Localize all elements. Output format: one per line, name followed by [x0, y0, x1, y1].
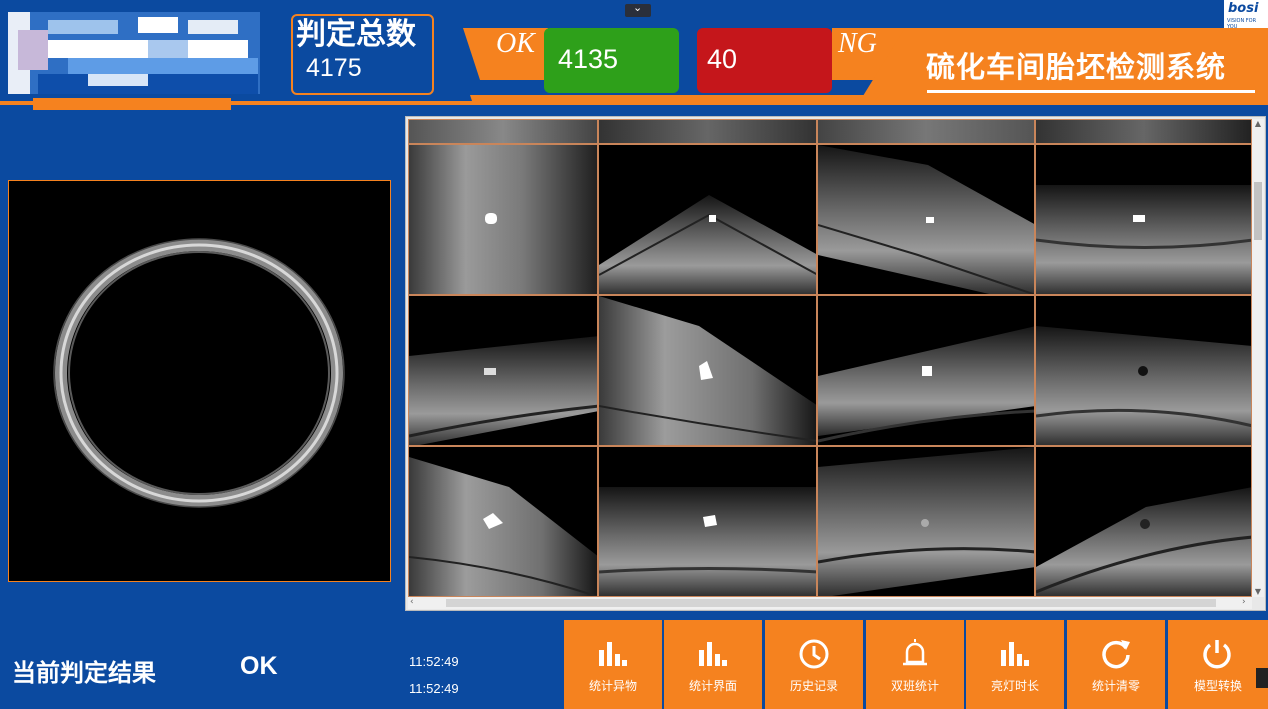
- tire-preview-image: [8, 180, 391, 582]
- current-result-label: 当前判定结果: [12, 659, 156, 687]
- defect-thumbnail[interactable]: [1035, 295, 1252, 446]
- scroll-down-icon[interactable]: ▼: [1252, 587, 1264, 596]
- shift-stat-button[interactable]: 双班统计: [866, 620, 964, 709]
- clock-icon: [799, 639, 829, 669]
- button-label: 双班统计: [890, 679, 939, 693]
- defect-thumbnail[interactable]: [1035, 446, 1252, 597]
- button-label: 模型转换: [1193, 679, 1242, 693]
- ng-count-value: 40: [707, 44, 738, 74]
- defect-thumbnail[interactable]: [408, 295, 598, 446]
- tire-ring-image: [53, 238, 345, 508]
- timestamp: 11:52:49: [409, 654, 459, 669]
- defect-thumbnail[interactable]: [1035, 119, 1252, 144]
- button-label: 历史记录: [789, 679, 838, 693]
- defect-thumbnail[interactable]: [408, 446, 598, 597]
- bar-chart-icon: [699, 642, 727, 666]
- ok-label: OK: [496, 28, 535, 59]
- defect-thumbnail[interactable]: [817, 446, 1035, 597]
- scroll-right-icon[interactable]: ›: [1242, 597, 1246, 607]
- defect-thumbnail[interactable]: [817, 119, 1035, 144]
- side-tab[interactable]: [1256, 668, 1268, 688]
- defect-thumbnail[interactable]: [817, 144, 1035, 295]
- bell-icon: [903, 639, 927, 666]
- button-label: 统计界面: [688, 679, 737, 693]
- defect-thumbnail[interactable]: [408, 119, 598, 144]
- brand-tagline: VISION FOR YOU: [1227, 18, 1257, 30]
- ok-count-value: 4135: [558, 44, 619, 74]
- history-button[interactable]: 历史记录: [765, 620, 863, 709]
- defect-thumbnail[interactable]: [598, 119, 817, 144]
- defect-image-grid[interactable]: [408, 119, 1252, 597]
- scroll-up-icon[interactable]: ▲: [1252, 119, 1264, 128]
- title-underline: [927, 90, 1255, 93]
- scroll-left-icon[interactable]: ‹: [410, 597, 414, 607]
- horizontal-scroll-thumb[interactable]: [446, 599, 1216, 607]
- brand-name: bosi: [1228, 1, 1259, 16]
- defect-thumbnail[interactable]: [408, 144, 598, 295]
- defect-thumbnail[interactable]: [1035, 144, 1252, 295]
- timestamp: 11:52:49: [409, 681, 459, 696]
- current-result-value: OK: [240, 652, 278, 680]
- defect-thumbnail[interactable]: [598, 446, 817, 597]
- button-label: 统计异物: [588, 679, 637, 693]
- button-label: 亮灯时长: [990, 679, 1039, 693]
- vertical-scroll-thumb[interactable]: [1254, 182, 1262, 240]
- power-icon: [1203, 640, 1231, 669]
- reset-stat-button[interactable]: 统计清零: [1067, 620, 1165, 709]
- refresh-icon: [1102, 640, 1130, 669]
- light-duration-button[interactable]: 亮灯时长: [966, 620, 1064, 709]
- system-title: 硫化车间胎坯检测系统: [926, 50, 1227, 84]
- button-label: 统计清零: [1091, 679, 1140, 693]
- ng-label: NG: [838, 28, 877, 59]
- bar-chart-icon: [1001, 642, 1029, 666]
- defect-thumbnail[interactable]: [598, 144, 817, 295]
- bar-chart-icon: [599, 642, 627, 666]
- chevron-down-icon: ⌄: [633, 1, 643, 14]
- collapse-button[interactable]: ⌄: [625, 1, 651, 17]
- model-switch-button[interactable]: 模型转换: [1168, 620, 1268, 709]
- defect-thumbnail[interactable]: [817, 295, 1035, 446]
- defect-thumbnail[interactable]: [598, 295, 817, 446]
- stat-view-button[interactable]: 统计界面: [664, 620, 762, 709]
- stat-foreign-objects-button[interactable]: 统计异物: [564, 620, 662, 709]
